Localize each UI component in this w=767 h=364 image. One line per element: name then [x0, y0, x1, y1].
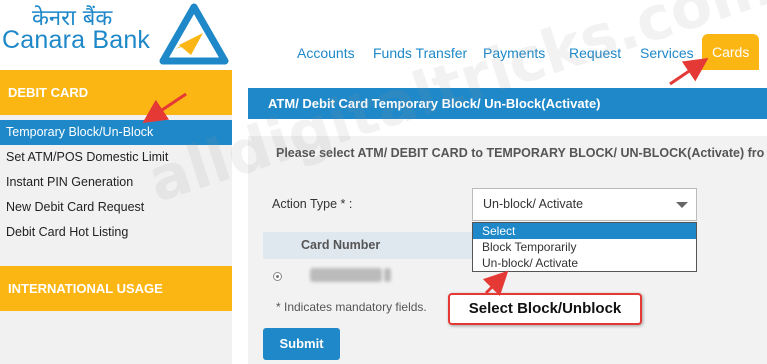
nav-payments[interactable]: Payments	[483, 36, 545, 70]
dropdown-option-block-temporarily[interactable]: Block Temporarily	[473, 239, 696, 255]
dropdown-option-unblock-activate[interactable]: Un-block/ Activate	[473, 255, 696, 271]
nav-funds-transfer[interactable]: Funds Transfer	[373, 36, 467, 70]
sidebar-item-temporary-block[interactable]: Temporary Block/Un-Block	[0, 120, 232, 145]
card-number-header: Card Number	[263, 232, 472, 259]
dropdown-option-select[interactable]: Select	[473, 223, 696, 239]
action-type-label: Action Type * :	[272, 197, 353, 211]
page-title: ATM/ Debit Card Temporary Block/ Un-Bloc…	[248, 88, 767, 119]
chevron-down-icon	[676, 202, 688, 208]
submit-button[interactable]: Submit	[263, 328, 340, 360]
sidebar-section-international-usage[interactable]: INTERNATIONAL USAGE	[0, 266, 232, 311]
annotation-callout: Select Block/Unblock	[448, 293, 642, 325]
nav-services[interactable]: Services	[640, 36, 694, 70]
sidebar-item-hot-listing[interactable]: Debit Card Hot Listing	[0, 220, 232, 245]
card-number-value: 4067xxxxxxx3	[310, 268, 391, 282]
mandatory-note: * Indicates mandatory fields.	[276, 300, 427, 314]
sidebar: DEBIT CARD Temporary Block/Un-Block Set …	[0, 70, 232, 364]
sidebar-item-set-atm-pos-limit[interactable]: Set ATM/POS Domestic Limit	[0, 145, 232, 170]
sidebar-item-instant-pin[interactable]: Instant PIN Generation	[0, 170, 232, 195]
logo-english-text: Canara Bank	[2, 26, 151, 54]
action-type-dropdown[interactable]: Select Block Temporarily Un-block/ Activ…	[472, 222, 697, 272]
sidebar-item-new-debit-card[interactable]: New Debit Card Request	[0, 195, 232, 220]
action-type-select[interactable]: Un-block/ Activate	[472, 188, 697, 221]
sidebar-section-debit-card: DEBIT CARD	[0, 70, 232, 115]
card-radio-button[interactable]	[273, 272, 282, 281]
masked-card-prefix: 4067xxxxxxx	[310, 268, 382, 282]
header: केनरा बैंक Canara Bank Accounts Funds Tr…	[0, 0, 767, 70]
nav-request[interactable]: Request	[569, 36, 621, 70]
nav-cards[interactable]: Cards	[702, 34, 760, 70]
nav-accounts[interactable]: Accounts	[297, 36, 355, 70]
masked-card-suffix: 3	[383, 268, 391, 282]
instruction-text: Please select ATM/ DEBIT CARD to TEMPORA…	[276, 146, 765, 160]
canara-logo-icon	[159, 3, 229, 65]
action-type-value: Un-block/ Activate	[483, 197, 584, 211]
